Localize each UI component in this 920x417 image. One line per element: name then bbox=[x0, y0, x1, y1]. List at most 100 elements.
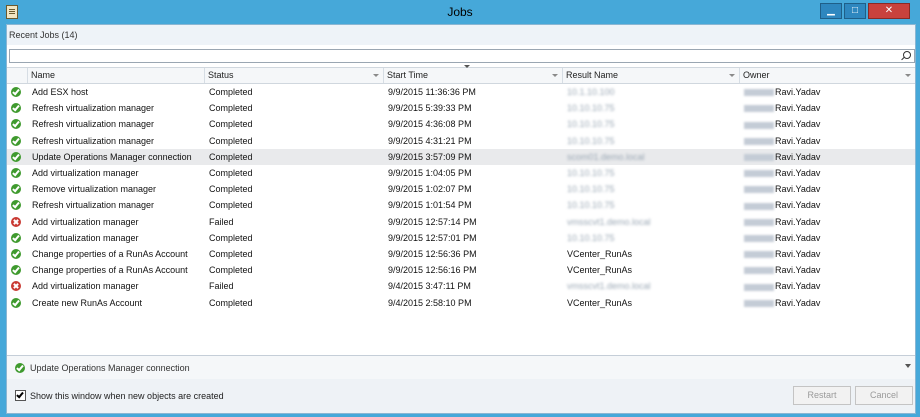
cell-owner: Ravi.Yadav bbox=[744, 281, 820, 291]
cell-start-time: 9/9/2015 11:36:36 PM bbox=[388, 87, 476, 97]
chevron-down-icon[interactable] bbox=[905, 364, 911, 368]
success-icon bbox=[11, 232, 21, 243]
column-header-status[interactable]: Status bbox=[205, 68, 384, 83]
table-row[interactable]: Refresh virtualization manager Completed 9… bbox=[7, 133, 915, 149]
table-row[interactable]: Refresh virtualization manager Completed 9… bbox=[7, 100, 915, 116]
table-row[interactable]: Add virtualization manager Failed 9/4/2015… bbox=[7, 278, 915, 294]
cell-name: Add virtualization manager bbox=[32, 281, 139, 292]
job-detail-label: Update Operations Manager connection bbox=[30, 363, 190, 373]
show-window-checkbox[interactable] bbox=[15, 390, 26, 401]
cell-start-time: 9/9/2015 12:56:36 PM bbox=[388, 249, 477, 259]
cell-start-time: 9/9/2015 3:57:09 PM bbox=[388, 151, 472, 162]
title-bar[interactable]: Jobs ▁ □ ✕ bbox=[0, 0, 920, 24]
redacted-owner-prefix bbox=[744, 170, 774, 178]
table-row[interactable]: Refresh virtualization manager Completed 9… bbox=[7, 116, 915, 132]
filter-dropdown-icon[interactable] bbox=[373, 74, 379, 77]
recent-jobs-label: Recent Jobs (14) bbox=[9, 30, 78, 40]
redacted-owner-prefix bbox=[744, 202, 774, 210]
cell-owner: Ravi.Yadav bbox=[744, 249, 820, 259]
cell-name: Update Operations Manager connection bbox=[32, 151, 192, 162]
owner-name: Ravi.Yadav bbox=[775, 119, 821, 130]
redacted-owner-prefix bbox=[744, 234, 774, 242]
success-icon bbox=[11, 249, 21, 259]
redacted-owner-prefix bbox=[744, 137, 774, 145]
owner-name: Ravi.Yadav bbox=[775, 151, 821, 162]
owner-name: Ravi.Yadav bbox=[775, 184, 821, 195]
maximize-button[interactable]: □ bbox=[844, 3, 866, 19]
recent-jobs-header: Recent Jobs (14) bbox=[7, 25, 915, 45]
column-header-name[interactable]: Name bbox=[28, 68, 205, 83]
filter-dropdown-icon[interactable] bbox=[729, 74, 735, 77]
grid-header: Name Status Start Time Result Name Owner bbox=[7, 65, 915, 84]
cell-status: Completed bbox=[209, 184, 253, 195]
owner-name: Ravi.Yadav bbox=[775, 216, 821, 227]
table-row[interactable]: Update Operations Manager connection Comp… bbox=[7, 148, 915, 165]
table-row[interactable]: Create new RunAs Account Completed 9/4/201… bbox=[7, 295, 915, 311]
table-row[interactable]: Refresh virtualization manager Completed 9… bbox=[7, 197, 915, 213]
cell-owner: Ravi.Yadav bbox=[744, 298, 820, 308]
owner-name: Ravi.Yadav bbox=[775, 103, 821, 114]
redacted-owner-prefix bbox=[744, 105, 774, 113]
cell-status: Completed bbox=[209, 265, 253, 276]
table-row[interactable]: Add virtualization manager Completed 9/9/2… bbox=[7, 165, 915, 181]
cell-result-name: 10.10.10.75 bbox=[567, 200, 615, 211]
jobs-content: Recent Jobs (14) Name Status Start Time bbox=[6, 24, 916, 414]
redacted-owner-prefix bbox=[744, 283, 774, 291]
cancel-button[interactable]: Cancel bbox=[855, 386, 913, 405]
job-detail-bar[interactable]: Update Operations Manager connection bbox=[7, 355, 915, 380]
cell-owner: Ravi.Yadav bbox=[744, 184, 820, 194]
cell-status: Failed bbox=[209, 216, 234, 227]
owner-name: Ravi.Yadav bbox=[775, 200, 821, 211]
success-icon bbox=[15, 363, 25, 373]
table-row[interactable]: Remove virtualization manager Completed 9/… bbox=[7, 181, 915, 197]
table-row[interactable]: Add virtualization manager Completed 9/9/2… bbox=[7, 230, 915, 246]
cell-status: Completed bbox=[209, 297, 253, 308]
table-row[interactable]: Change properties of a RunAs Account Comp… bbox=[7, 246, 915, 262]
success-icon bbox=[11, 119, 21, 130]
search-icon[interactable] bbox=[903, 51, 911, 59]
redacted-owner-prefix bbox=[744, 251, 774, 259]
cell-owner: Ravi.Yadav bbox=[744, 103, 820, 113]
cell-status: Completed bbox=[209, 87, 253, 97]
table-row[interactable]: Change properties of a RunAs Account Comp… bbox=[7, 262, 915, 278]
cell-owner: Ravi.Yadav bbox=[744, 200, 820, 210]
cell-status: Completed bbox=[209, 151, 253, 162]
column-header-icon[interactable] bbox=[7, 68, 28, 83]
owner-name: Ravi.Yadav bbox=[775, 249, 821, 259]
column-header-result-name[interactable]: Result Name bbox=[563, 68, 740, 83]
cell-owner: Ravi.Yadav bbox=[744, 217, 820, 227]
cell-result-name: VCenter_RunAs bbox=[567, 265, 633, 276]
cell-result-name: 10.10.10.75 bbox=[567, 135, 615, 146]
filter-dropdown-icon[interactable] bbox=[552, 74, 558, 77]
table-row[interactable]: Add virtualization manager Failed 9/9/2015… bbox=[7, 214, 915, 230]
cell-status: Completed bbox=[209, 249, 253, 259]
redacted-owner-prefix bbox=[744, 218, 774, 226]
cell-result-name: 10.10.10.75 bbox=[567, 119, 615, 130]
search-input[interactable] bbox=[9, 49, 915, 63]
column-header-owner[interactable]: Owner bbox=[740, 68, 915, 83]
close-button[interactable]: ✕ bbox=[868, 3, 910, 19]
cell-start-time: 9/9/2015 1:01:54 PM bbox=[388, 200, 472, 211]
cell-name: Refresh virtualization manager bbox=[32, 119, 155, 130]
cell-name: Refresh virtualization manager bbox=[32, 103, 155, 114]
cell-start-time: 9/9/2015 12:56:16 PM bbox=[388, 265, 477, 276]
cell-start-time: 9/9/2015 12:57:01 PM bbox=[388, 232, 477, 243]
failed-icon bbox=[11, 216, 21, 227]
cell-status: Completed bbox=[209, 232, 253, 243]
cell-name: Add ESX host bbox=[32, 87, 89, 97]
failed-icon bbox=[11, 281, 21, 292]
redacted-owner-prefix bbox=[744, 299, 774, 307]
owner-name: Ravi.Yadav bbox=[775, 281, 821, 292]
cell-name: Change properties of a RunAs Account bbox=[32, 249, 188, 259]
owner-name: Ravi.Yadav bbox=[775, 297, 821, 308]
column-header-start-time[interactable]: Start Time bbox=[384, 68, 563, 83]
cell-start-time: 9/4/2015 3:47:11 PM bbox=[388, 281, 471, 292]
table-row[interactable]: Add ESX host Completed 9/9/2015 11:36:36 P… bbox=[7, 84, 915, 100]
minimize-button[interactable]: ▁ bbox=[820, 3, 842, 19]
cell-result-name: 10.10.10.75 bbox=[567, 232, 615, 243]
cell-result-name: vmsscvt1.demo.local bbox=[567, 281, 651, 292]
filter-dropdown-icon[interactable] bbox=[905, 74, 911, 77]
owner-name: Ravi.Yadav bbox=[775, 265, 821, 276]
jobs-grid: Name Status Start Time Result Name Owner bbox=[7, 65, 915, 356]
restart-button[interactable]: Restart bbox=[793, 386, 851, 405]
